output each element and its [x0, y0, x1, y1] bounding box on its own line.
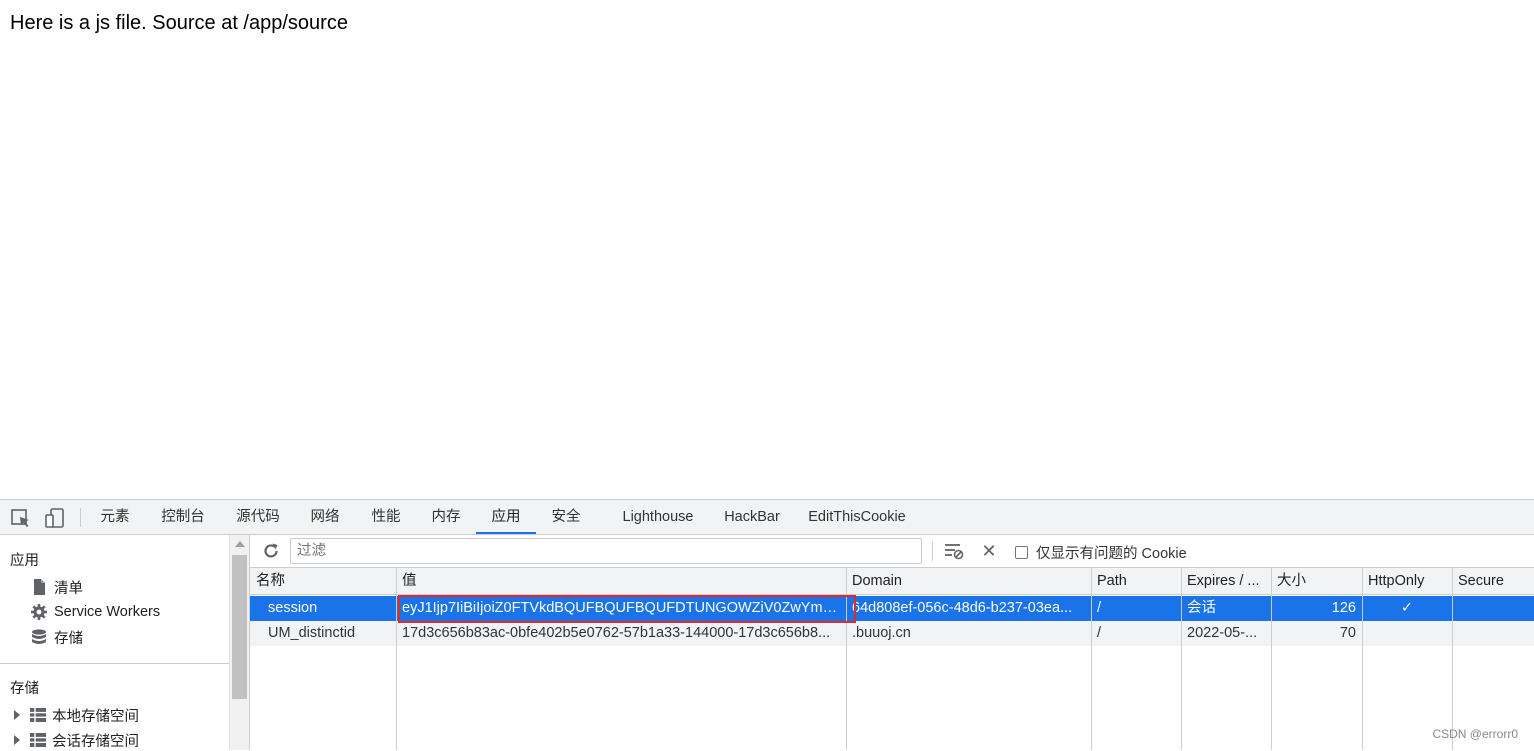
tab-performance[interactable]: 性能	[362, 500, 410, 534]
filter-input[interactable]	[290, 538, 922, 564]
sidebar-item-service-workers[interactable]: Service Workers	[30, 601, 160, 623]
sidebar-divider	[0, 663, 229, 664]
tab-network[interactable]: 网络	[302, 500, 348, 534]
tab-hackbar[interactable]: HackBar	[716, 500, 788, 534]
sidebar-item-label: 存储	[54, 627, 83, 648]
sidebar-heading-storage: 存储	[10, 677, 39, 698]
devtools-tabbar: 元素 控制台 源代码 网络 性能 内存 应用 安全 Lighthouse Hac…	[0, 500, 1534, 535]
tabbar-divider	[80, 508, 81, 527]
cell-httponly: ✓	[1362, 596, 1452, 621]
application-sidebar: 应用 清单 Service Workers	[0, 535, 229, 750]
table-header: 名称 值 Domain Path Expires / ... 大小 HttpOn…	[250, 568, 1534, 595]
tab-memory[interactable]: 内存	[422, 500, 470, 534]
cell-expires: 2022-05-...	[1181, 621, 1271, 646]
device-toolbar-icon[interactable]	[44, 507, 66, 529]
column-header-domain[interactable]: Domain	[846, 568, 1091, 595]
cell-size: 126	[1271, 596, 1362, 621]
sidebar-item-manifest[interactable]: 清单	[30, 576, 83, 598]
expand-arrow-icon[interactable]	[14, 710, 20, 720]
refresh-icon[interactable]	[262, 542, 280, 560]
cookies-toolbar: ✕ 仅显示有问题的 Cookie	[250, 535, 1534, 568]
tab-elements[interactable]: 元素	[92, 500, 138, 534]
sidebar-item-local-storage[interactable]: 本地存储空间	[14, 704, 139, 726]
cell-secure	[1452, 621, 1534, 646]
column-divider[interactable]	[1362, 568, 1363, 750]
delete-cookie-icon[interactable]: ✕	[980, 541, 998, 561]
cell-secure	[1452, 596, 1534, 621]
scroll-up-icon[interactable]	[235, 541, 245, 547]
only-issues-toggle[interactable]: 仅显示有问题的 Cookie	[1015, 542, 1187, 562]
cookies-table: 名称 值 Domain Path Expires / ... 大小 HttpOn…	[250, 568, 1534, 750]
only-issues-checkbox[interactable]	[1015, 546, 1028, 559]
column-header-httponly[interactable]: HttpOnly	[1362, 568, 1452, 595]
column-divider[interactable]	[1271, 568, 1272, 750]
tab-application[interactable]: 应用	[476, 500, 536, 534]
column-header-value[interactable]: 值	[396, 568, 846, 595]
cookies-pane: ✕ 仅显示有问题的 Cookie 名称 值 Domain Path Expire…	[249, 535, 1534, 750]
toolbar-divider	[932, 542, 933, 561]
tab-editthiscookie[interactable]: EditThisCookie	[800, 500, 914, 534]
tab-sources[interactable]: 源代码	[227, 500, 289, 534]
sidebar-item-label: Service Workers	[54, 604, 160, 620]
cell-path: /	[1091, 621, 1181, 646]
cell-path: /	[1091, 596, 1181, 621]
column-header-name[interactable]: 名称	[250, 568, 396, 595]
column-header-expires[interactable]: Expires / ...	[1181, 568, 1271, 595]
tab-console[interactable]: 控制台	[152, 500, 214, 534]
cell-value: 17d3c656b83ac-0bfe402b5e0762-57b1a33-144…	[396, 621, 846, 646]
table-row[interactable]: UM_distinctid 17d3c656b83ac-0bfe402b5e07…	[250, 621, 1534, 646]
cell-size: 70	[1271, 621, 1362, 646]
watermark: CSDN @errorr0	[1432, 727, 1518, 741]
page-body-text: Here is a js file. Source at /app/source	[10, 12, 348, 35]
scrollbar-thumb[interactable]	[232, 555, 247, 699]
cell-name: UM_distinctid	[250, 621, 396, 646]
clear-all-cookies-icon[interactable]	[944, 542, 964, 560]
cell-expires: 会话	[1181, 596, 1271, 621]
tab-lighthouse[interactable]: Lighthouse	[612, 500, 704, 534]
cell-httponly	[1362, 621, 1452, 646]
database-icon	[30, 628, 48, 646]
column-divider[interactable]	[1452, 568, 1453, 750]
expand-arrow-icon[interactable]	[14, 735, 20, 745]
sidebar-item-label: 本地存储空间	[52, 705, 139, 726]
column-divider[interactable]	[396, 568, 397, 750]
table-row[interactable]: session eyJ1Ijp7IiBiIjoiZ0FTVkdBQUFBQUFB…	[250, 596, 1534, 621]
sidebar-item-storage[interactable]: 存储	[30, 626, 83, 648]
cell-domain: .buuoj.cn	[846, 621, 1091, 646]
cell-value: eyJ1Ijp7IiBiIjoiZ0FTVkdBQUFBQUFBQUFDTUNG…	[396, 596, 846, 621]
sidebar-item-label: 清单	[54, 577, 83, 598]
cell-name: session	[250, 596, 396, 621]
only-issues-label: 仅显示有问题的 Cookie	[1036, 542, 1187, 563]
gear-icon	[30, 603, 48, 621]
column-header-size[interactable]: 大小	[1271, 568, 1362, 595]
inspect-element-icon[interactable]	[10, 507, 32, 529]
grid-icon	[30, 708, 46, 722]
devtools-panel: 元素 控制台 源代码 网络 性能 内存 应用 安全 Lighthouse Hac…	[0, 499, 1534, 749]
file-icon	[30, 578, 48, 596]
tab-security[interactable]: 安全	[542, 500, 590, 534]
column-divider[interactable]	[1181, 568, 1182, 750]
sidebar-item-label: 会话存储空间	[52, 730, 139, 751]
column-header-path[interactable]: Path	[1091, 568, 1181, 595]
column-header-secure[interactable]: Secure	[1452, 568, 1534, 595]
sidebar-heading-application: 应用	[10, 549, 39, 570]
cell-domain: 64d808ef-056c-48d6-b237-03ea...	[846, 596, 1091, 621]
sidebar-item-session-storage[interactable]: 会话存储空间	[14, 729, 139, 751]
sidebar-scrollbar[interactable]	[229, 535, 249, 750]
grid-icon	[30, 733, 46, 747]
column-divider[interactable]	[846, 568, 847, 750]
column-divider[interactable]	[1091, 568, 1092, 750]
